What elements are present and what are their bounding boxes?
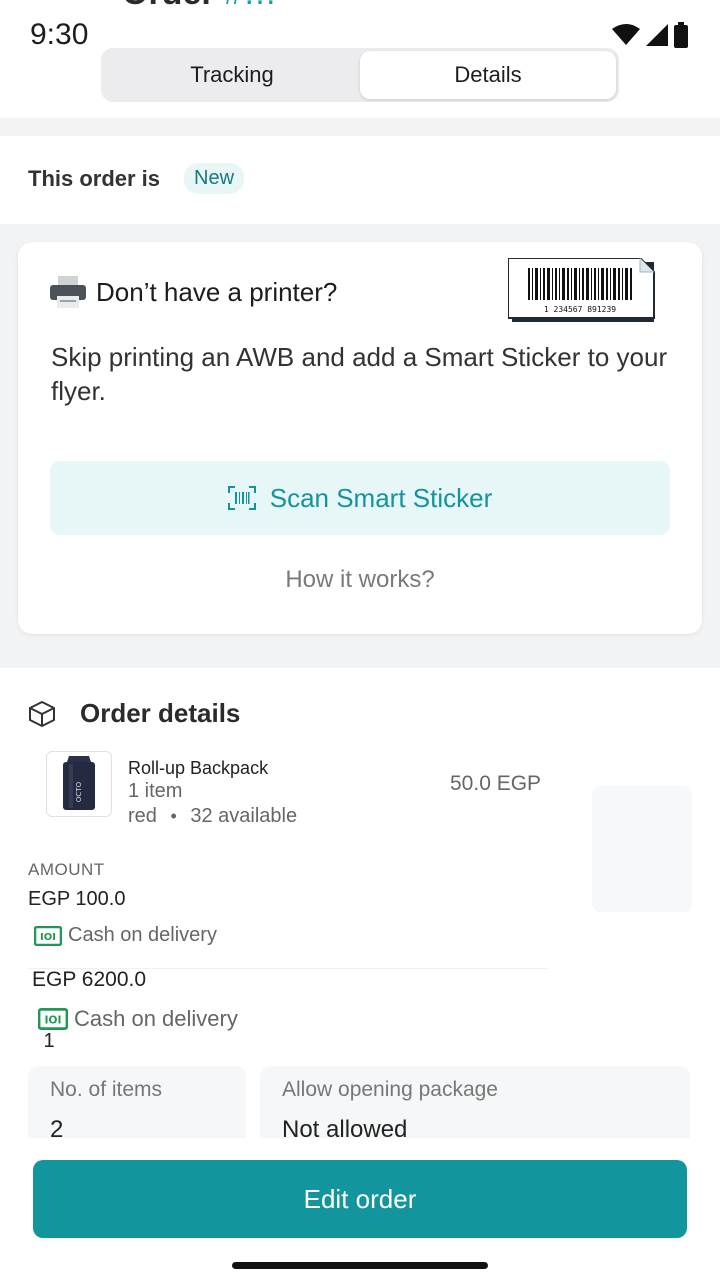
product-name: Roll-up Backpack: [128, 758, 269, 778]
product-variant: red • 32 available: [128, 805, 297, 828]
barcode-sticker-icon: 1 234567 891239: [508, 258, 655, 322]
payment-method-text-secondary: Cash on delivery: [74, 1006, 238, 1031]
barcode-number: 1 234567 891239: [544, 305, 616, 314]
cash-icon: IOI: [38, 1008, 68, 1030]
view-segmented-control: Tracking Details: [101, 48, 619, 102]
amount-value: EGP 100.0: [28, 888, 126, 910]
order-details-title: Order details: [80, 698, 241, 728]
cash-icon: IOI: [34, 925, 62, 946]
home-indicator[interactable]: [232, 1262, 488, 1269]
items-count-value: 2: [50, 1116, 64, 1138]
order-number-text: #…: [224, 0, 277, 12]
payment-method-secondary: IOI Cash on delivery: [38, 1006, 238, 1032]
order-title-text: Order: [122, 0, 215, 12]
product-color: red: [128, 805, 157, 827]
items-count-box: No. of items 2: [28, 1066, 246, 1138]
svg-text:IOI: IOI: [40, 932, 56, 943]
scan-smart-sticker-button[interactable]: Scan Smart Sticker: [50, 461, 670, 535]
tab-details[interactable]: Details: [360, 51, 616, 99]
wifi-icon: [612, 24, 640, 45]
card-title: Don’t have a printer?: [50, 276, 337, 308]
edit-order-button[interactable]: Edit order: [33, 1160, 687, 1238]
status-badge: New: [184, 163, 245, 194]
opening-package-box: Allow opening package Not allowed: [260, 1066, 690, 1138]
opening-package-value: Not allowed: [282, 1116, 408, 1138]
count-badge: 1: [34, 1030, 64, 1054]
amount-label: AMOUNT: [28, 860, 105, 879]
printer-icon: [50, 276, 86, 308]
barcode-scan-icon: [227, 486, 256, 510]
battery-icon: [674, 22, 688, 48]
order-status-label: This order is: [28, 166, 161, 191]
order-details-section: Order details OCTO Roll-up Backpack 1 it…: [0, 668, 720, 1138]
status-time: 9:30: [30, 18, 89, 51]
scan-button-label: Scan Smart Sticker: [269, 482, 493, 513]
product-availability: 32 available: [190, 805, 298, 827]
order-status-row: This order is New: [0, 136, 720, 224]
product-thumbnail[interactable]: OCTO: [46, 751, 112, 817]
payment-method: IOI Cash on delivery: [34, 924, 217, 947]
card-title-text: Don’t have a printer?: [96, 276, 338, 307]
svg-text:OCTO: OCTO: [75, 781, 83, 802]
tab-tracking[interactable]: Tracking: [104, 51, 360, 99]
card-description: Skip printing an AWB and add a Smart Sti…: [51, 342, 668, 406]
product-quantity: 1 item: [128, 780, 183, 802]
section-divider: [0, 118, 720, 136]
opening-package-label: Allow opening package: [282, 1078, 498, 1101]
payment-method-text: Cash on delivery: [68, 924, 217, 946]
separator-dot: •: [170, 806, 177, 826]
package-icon: [29, 700, 55, 727]
amount-value-secondary: EGP 6200.0: [32, 968, 147, 991]
backpack-image: OCTO: [63, 756, 95, 810]
smart-sticker-card: Don’t have a printer? 1 234567 891239 Sk…: [18, 242, 702, 634]
status-icons: [612, 22, 688, 48]
items-count-label: No. of items: [50, 1078, 163, 1101]
app-header: Order #… 9:30 Tracking Details: [0, 0, 720, 118]
signal-icon: [646, 24, 668, 46]
how-it-works-link[interactable]: How it works?: [18, 566, 702, 594]
svg-text:IOI: IOI: [44, 1013, 61, 1026]
order-details-heading: Order details: [28, 698, 240, 729]
product-price: 50.0 EGP: [450, 772, 542, 795]
placeholder-panel: [592, 786, 692, 912]
order-title-partial: Order #…: [122, 0, 277, 13]
